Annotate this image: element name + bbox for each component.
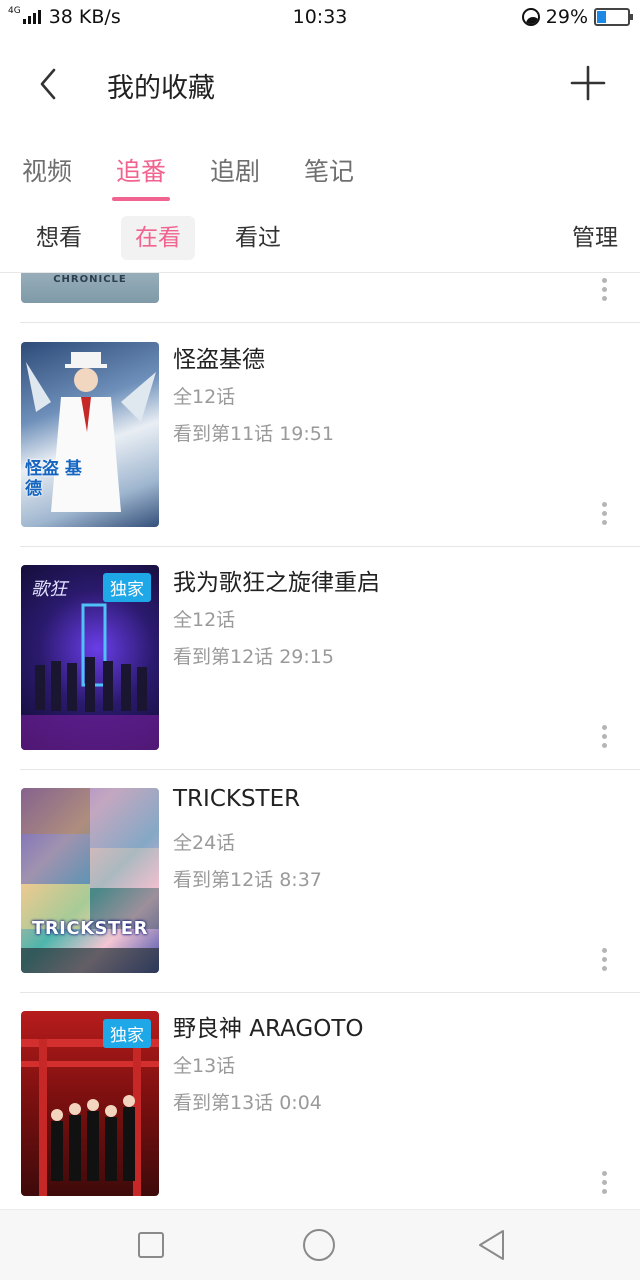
episode-count: 全13话 xyxy=(173,1055,236,1077)
subtab-watching[interactable]: 在看 xyxy=(121,216,195,260)
episode-count: 全12话 xyxy=(173,386,236,408)
exclusive-badge: 独家 xyxy=(103,573,151,602)
do-not-disturb-icon xyxy=(521,8,540,26)
list-item[interactable]: CHRONICLE xyxy=(0,273,640,323)
cover-image: 歌狂 独家 xyxy=(21,565,159,750)
status-right: 29% xyxy=(521,6,633,28)
status-bar: 4G 38 KB/s 10:33 29% xyxy=(0,0,640,34)
app-header: 我的收藏 xyxy=(0,44,640,124)
tab-anime[interactable]: 追番 xyxy=(116,152,166,188)
more-icon[interactable] xyxy=(596,725,612,755)
manage-button[interactable]: 管理 xyxy=(572,216,618,260)
system-nav-bar xyxy=(0,1209,640,1280)
watch-progress: 看到第11话 19:51 xyxy=(173,423,334,445)
sub-tabs: 想看 在看 看过 管理 xyxy=(0,212,640,272)
cover-image: 独家 xyxy=(21,1011,159,1196)
subtab-watched[interactable]: 看过 xyxy=(221,216,295,260)
active-tab-indicator xyxy=(112,197,170,201)
chevron-left-icon[interactable] xyxy=(34,66,64,102)
item-title: TRICKSTER xyxy=(173,786,301,812)
row-divider xyxy=(20,322,640,323)
list-item[interactable]: 怪盗 基德 怪盗基德 全12话 看到第11话 19:51 xyxy=(0,324,640,547)
tab-videos[interactable]: 视频 xyxy=(22,152,72,188)
more-icon[interactable] xyxy=(596,502,612,532)
list-item[interactable]: 歌狂 独家 我为歌狂之旋律重启 全12话 看到第12话 29:15 xyxy=(0,547,640,770)
cover-image: TRICKSTER xyxy=(21,788,159,973)
subtab-want-to-watch[interactable]: 想看 xyxy=(22,216,96,260)
episode-count: 全12话 xyxy=(173,609,236,631)
square-icon[interactable] xyxy=(134,1228,168,1262)
cover-text: TRICKSTER xyxy=(32,918,148,939)
tab-notes[interactable]: 笔记 xyxy=(304,152,354,188)
tab-drama[interactable]: 追剧 xyxy=(210,152,260,188)
cover-text: CHRONICLE xyxy=(53,274,127,285)
page-title: 我的收藏 xyxy=(107,73,215,104)
more-icon[interactable] xyxy=(596,948,612,978)
svg-text:歌狂: 歌狂 xyxy=(31,579,70,600)
battery-icon xyxy=(594,8,633,26)
watch-progress: 看到第12话 8:37 xyxy=(173,869,322,891)
battery-percent: 29% xyxy=(545,6,588,28)
cover-art xyxy=(21,788,159,973)
watch-progress: 看到第13话 0:04 xyxy=(173,1092,322,1114)
list-item[interactable]: TRICKSTER TRICKSTER 全24话 看到第12话 8:37 xyxy=(0,770,640,993)
cover-image: CHRONICLE xyxy=(21,273,159,303)
list-item[interactable]: 独家 野良神 ARAGOTO 全13话 看到第13话 0:04 xyxy=(0,993,640,1209)
cover-image: 怪盗 基德 xyxy=(21,342,159,527)
cover-text: 怪盗 基德 xyxy=(25,459,82,499)
item-title: 野良神 ARAGOTO xyxy=(173,1016,364,1042)
battery-fill xyxy=(597,11,606,23)
more-icon[interactable] xyxy=(596,1171,612,1201)
item-title: 我为歌狂之旋律重启 xyxy=(173,570,380,596)
triangle-back-icon[interactable] xyxy=(475,1228,509,1262)
cover-art xyxy=(26,352,156,512)
episode-count: 全24话 xyxy=(173,832,236,854)
plus-icon[interactable] xyxy=(570,65,606,101)
main-tabs: 视频 追番 追剧 笔记 xyxy=(0,140,640,202)
favorites-list: CHRONICLE 怪盗 基德 怪盗基德 全12话 看到第11话 19:51 歌… xyxy=(0,273,640,1209)
circle-icon[interactable] xyxy=(302,1228,336,1262)
watch-progress: 看到第12话 29:15 xyxy=(173,646,334,668)
exclusive-badge: 独家 xyxy=(103,1019,151,1048)
more-icon[interactable] xyxy=(596,278,612,308)
item-title: 怪盗基德 xyxy=(173,347,265,373)
